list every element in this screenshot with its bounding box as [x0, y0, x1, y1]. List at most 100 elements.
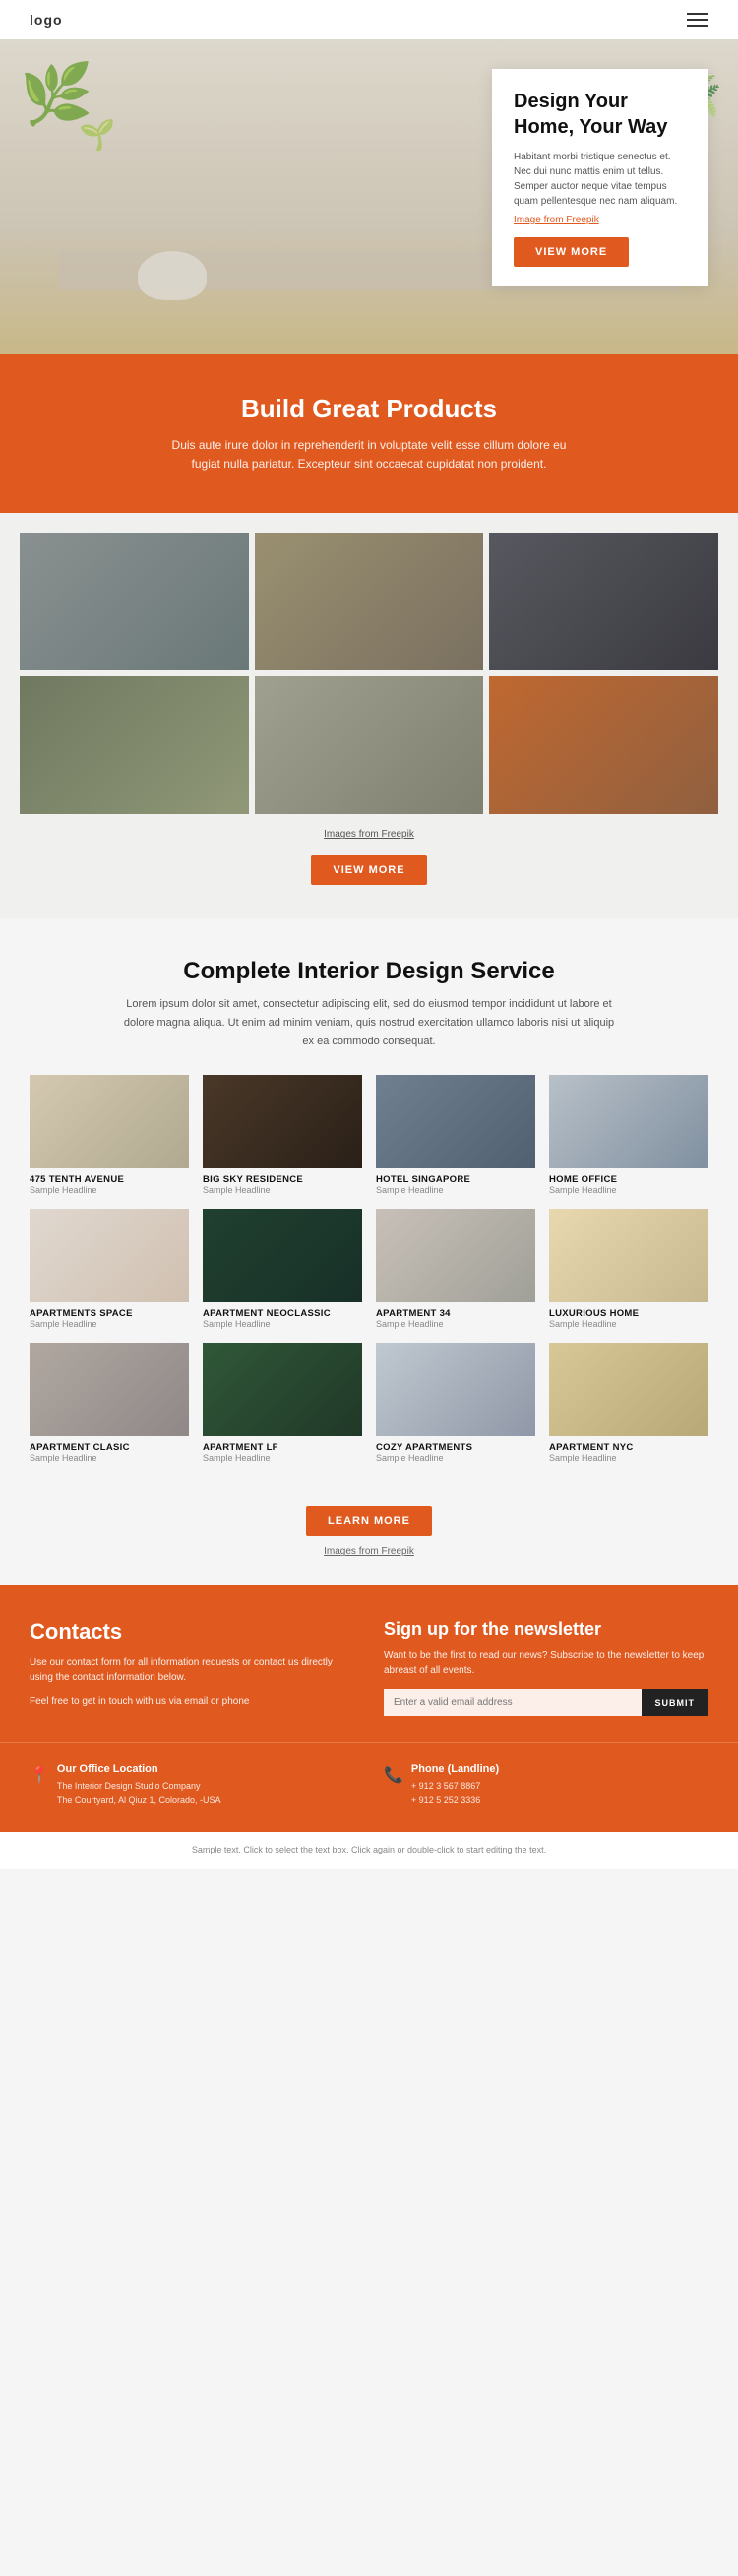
portfolio-grid-row3: APARTMENT CLASIC Sample Headline APARTME…	[30, 1343, 708, 1463]
gallery-footer: Images from Freepik VIEW MORE	[20, 814, 718, 918]
portfolio-item-2[interactable]: HOTEL SINGAPORE Sample Headline	[376, 1075, 535, 1195]
newsletter-desc: Want to be the first to read our news? S…	[384, 1648, 708, 1679]
hamburger-line1	[687, 13, 708, 15]
contacts-desc1: Use our contact form for all information…	[30, 1655, 354, 1686]
contacts-title: Contacts	[30, 1619, 354, 1645]
portfolio-item-10[interactable]: COZY APARTMENTS Sample Headline	[376, 1343, 535, 1463]
portfolio-img-1	[203, 1075, 362, 1168]
portfolio-img-11	[549, 1343, 708, 1436]
portfolio-name-10: COZY APARTMENTS	[376, 1442, 535, 1453]
gallery-cell-3[interactable]	[489, 533, 718, 670]
phone1: + 912 3 567 8867	[411, 1779, 708, 1792]
location-icon: 📍	[30, 1765, 49, 1785]
phone2: + 912 5 252 3336	[411, 1793, 708, 1807]
portfolio-grid-row1: 475 TENTH AVENUE Sample Headline BIG SKY…	[30, 1075, 708, 1195]
header: logo	[0, 0, 738, 39]
portfolio-item-6[interactable]: APARTMENT 34 Sample Headline	[376, 1209, 535, 1329]
contacts-section: Contacts Use our contact form for all in…	[0, 1585, 738, 1742]
hero-section: 🌿 🌱 🪴 Design Your Home, Your Way Habitan…	[0, 39, 738, 354]
portfolio-item-7[interactable]: LUXURIOUS HOME Sample Headline	[549, 1209, 708, 1329]
gallery-cell-1[interactable]	[20, 533, 249, 670]
newsletter-form: SUBMIT	[384, 1689, 708, 1716]
portfolio-img-10	[376, 1343, 535, 1436]
portfolio-sub-8: Sample Headline	[30, 1453, 189, 1463]
portfolio-name-8: APARTMENT CLASIC	[30, 1442, 189, 1453]
portfolio-name-7: LUXURIOUS HOME	[549, 1308, 708, 1319]
portfolio-item-8[interactable]: APARTMENT CLASIC Sample Headline	[30, 1343, 189, 1463]
portfolio-item-9[interactable]: APARTMENT LF Sample Headline	[203, 1343, 362, 1463]
interior-images-credit[interactable]: Images from Freepik	[324, 1546, 414, 1557]
gallery-img-1	[20, 533, 249, 670]
hero-image-credit[interactable]: Image from Freepik	[514, 215, 687, 225]
office-location-block: 📍 Our Office Location The Interior Desig…	[30, 1763, 354, 1807]
portfolio-sub-5: Sample Headline	[203, 1319, 362, 1329]
portfolio-sub-6: Sample Headline	[376, 1319, 535, 1329]
office-address: The Courtyard, Al Qiuz 1, Colorado, -USA	[57, 1793, 354, 1807]
portfolio-sub-11: Sample Headline	[549, 1453, 708, 1463]
gallery-cell-5[interactable]	[255, 676, 484, 814]
portfolio-item-0[interactable]: 475 TENTH AVENUE Sample Headline	[30, 1075, 189, 1195]
interior-description: Lorem ipsum dolor sit amet, consectetur …	[123, 995, 615, 1050]
furniture-pouf	[138, 251, 207, 300]
footer: Sample text. Click to select the text bo…	[0, 1832, 738, 1869]
newsletter-submit-button[interactable]: SUBMIT	[642, 1689, 709, 1716]
newsletter-title: Sign up for the newsletter	[384, 1619, 708, 1640]
portfolio-name-3: HOME OFFICE	[549, 1174, 708, 1185]
portfolio-sub-4: Sample Headline	[30, 1319, 189, 1329]
interior-title: Complete Interior Design Service	[30, 958, 708, 985]
gallery-grid	[20, 513, 718, 814]
portfolio-img-9	[203, 1343, 362, 1436]
portfolio-name-5: APARTMENT NEOCLASSIC	[203, 1308, 362, 1319]
portfolio-item-5[interactable]: APARTMENT NEOCLASSIC Sample Headline	[203, 1209, 362, 1329]
gallery-section: Images from Freepik VIEW MORE	[0, 513, 738, 918]
learn-more-wrap: LEARN MORE	[30, 1492, 708, 1541]
interior-header: Complete Interior Design Service Lorem i…	[30, 958, 708, 1050]
learn-more-button[interactable]: LEARN MORE	[306, 1506, 432, 1536]
phone-icon: 📞	[384, 1765, 403, 1785]
newsletter-email-input[interactable]	[384, 1689, 642, 1716]
portfolio-img-6	[376, 1209, 535, 1302]
portfolio-item-11[interactable]: APARTMENT NYC Sample Headline	[549, 1343, 708, 1463]
hamburger-menu[interactable]	[687, 13, 708, 27]
portfolio-sub-0: Sample Headline	[30, 1185, 189, 1195]
portfolio-sub-9: Sample Headline	[203, 1453, 362, 1463]
logo: logo	[30, 12, 63, 28]
contacts-desc2: Feel free to get in touch with us via em…	[30, 1694, 354, 1710]
portfolio-sub-10: Sample Headline	[376, 1453, 535, 1463]
contacts-info: Contacts Use our contact form for all in…	[30, 1619, 354, 1718]
portfolio-sub-2: Sample Headline	[376, 1185, 535, 1195]
portfolio-img-0	[30, 1075, 189, 1168]
portfolio-item-4[interactable]: APARTMENTS SPACE Sample Headline	[30, 1209, 189, 1329]
portfolio-sub-3: Sample Headline	[549, 1185, 708, 1195]
gallery-img-4	[20, 676, 249, 814]
hero-cta-button[interactable]: VIEW MORE	[514, 237, 629, 267]
portfolio-name-11: APARTMENT NYC	[549, 1442, 708, 1453]
gallery-cell-6[interactable]	[489, 676, 718, 814]
hero-card: Design Your Home, Your Way Habitant morb…	[492, 69, 708, 286]
phone-text: Phone (Landline) + 912 3 567 8867 + 912 …	[411, 1763, 708, 1807]
portfolio-img-8	[30, 1343, 189, 1436]
gallery-images-credit[interactable]: Images from Freepik	[324, 829, 414, 840]
interior-footer: LEARN MORE Images from Freepik	[30, 1476, 708, 1565]
office-info: 📍 Our Office Location The Interior Desig…	[0, 1742, 738, 1832]
hamburger-line2	[687, 19, 708, 21]
interior-section: Complete Interior Design Service Lorem i…	[0, 918, 738, 1585]
portfolio-img-3	[549, 1075, 708, 1168]
gallery-img-5	[255, 676, 484, 814]
portfolio-grid-row2: APARTMENTS SPACE Sample Headline APARTME…	[30, 1209, 708, 1329]
portfolio-img-2	[376, 1075, 535, 1168]
office-text: Our Office Location The Interior Design …	[57, 1763, 354, 1807]
portfolio-item-3[interactable]: HOME OFFICE Sample Headline	[549, 1075, 708, 1195]
gallery-cell-2[interactable]	[255, 533, 484, 670]
portfolio-name-0: 475 TENTH AVENUE	[30, 1174, 189, 1185]
hero-title: Design Your Home, Your Way	[514, 89, 687, 140]
build-section: Build Great Products Duis aute irure dol…	[0, 354, 738, 513]
gallery-view-more-button[interactable]: VIEW MORE	[311, 855, 426, 885]
gallery-img-2	[255, 533, 484, 670]
portfolio-sub-1: Sample Headline	[203, 1185, 362, 1195]
portfolio-item-1[interactable]: BIG SKY RESIDENCE Sample Headline	[203, 1075, 362, 1195]
portfolio-name-4: APARTMENTS SPACE	[30, 1308, 189, 1319]
portfolio-img-4	[30, 1209, 189, 1302]
phone-label: Phone (Landline)	[411, 1763, 708, 1775]
gallery-cell-4[interactable]	[20, 676, 249, 814]
